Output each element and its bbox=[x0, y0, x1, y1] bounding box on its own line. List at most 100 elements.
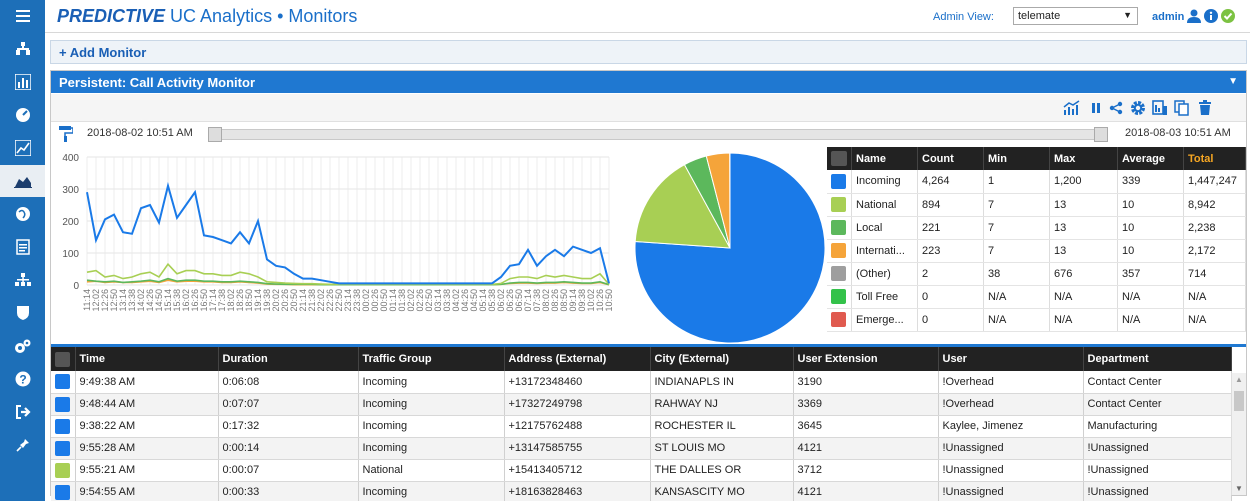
col-header-time[interactable]: Time bbox=[75, 347, 219, 371]
summary-row[interactable]: Internati... 223 7 13 10 2,172 bbox=[827, 239, 1246, 263]
paint-roller-icon[interactable] bbox=[59, 126, 73, 142]
slider-start-handle[interactable] bbox=[208, 127, 222, 142]
summary-row[interactable]: (Other) 2 38 676 357 714 bbox=[827, 262, 1246, 286]
row-color-cell[interactable] bbox=[51, 371, 76, 394]
scrollbar-thumb[interactable] bbox=[1234, 391, 1244, 411]
col-header-user[interactable]: User bbox=[938, 347, 1084, 371]
row-color-cell[interactable] bbox=[51, 437, 76, 460]
settings-gears-icon[interactable] bbox=[0, 330, 45, 362]
col-header-user-extension[interactable]: User Extension bbox=[793, 347, 939, 371]
share-icon[interactable] bbox=[1107, 99, 1125, 117]
document-icon[interactable] bbox=[0, 231, 45, 263]
table-row[interactable]: 9:55:28 AM 0:00:14 Incoming +13147585755 ST … bbox=[51, 437, 1232, 460]
trend-chart-icon[interactable] bbox=[0, 132, 45, 164]
summary-avg: N/A bbox=[1117, 285, 1184, 309]
info-icon[interactable] bbox=[1204, 9, 1218, 23]
series-color-swatch[interactable] bbox=[831, 312, 846, 327]
summary-row[interactable]: Toll Free 0 N/A N/A N/A N/A bbox=[827, 285, 1246, 309]
col-header-department[interactable]: Department bbox=[1083, 347, 1232, 371]
gear-icon[interactable] bbox=[1129, 99, 1147, 117]
calls-select-all-checkbox[interactable] bbox=[55, 351, 70, 367]
series-color-swatch[interactable] bbox=[831, 266, 846, 281]
traffic-color-swatch[interactable] bbox=[55, 484, 70, 500]
time-range-slider[interactable] bbox=[208, 127, 1108, 142]
traffic-color-swatch[interactable] bbox=[55, 440, 70, 456]
traffic-color-swatch[interactable] bbox=[55, 462, 70, 478]
area-chart-icon[interactable] bbox=[0, 165, 45, 197]
table-row[interactable]: 9:49:38 AM 0:06:08 Incoming +13172348460 IND… bbox=[51, 371, 1232, 394]
slider-end-handle[interactable] bbox=[1094, 127, 1108, 142]
summary-row[interactable]: National 894 7 13 10 8,942 bbox=[827, 193, 1246, 217]
dashboard-icon[interactable] bbox=[0, 99, 45, 131]
calls-scrollbar[interactable]: ▲ ▼ bbox=[1231, 373, 1246, 495]
call-address: +13172348460 bbox=[504, 371, 651, 394]
user-icon[interactable] bbox=[1187, 9, 1201, 23]
menu-icon[interactable] bbox=[0, 0, 45, 32]
table-row[interactable]: 9:55:21 AM 0:00:07 National +15413405712 THE… bbox=[51, 459, 1232, 482]
table-row[interactable]: 9:54:55 AM 0:00:33 Incoming +18163828463 KAN… bbox=[51, 481, 1232, 501]
col-header-city[interactable]: City (External) bbox=[650, 347, 794, 371]
series-color-swatch[interactable] bbox=[831, 289, 846, 304]
col-header-traffic-group[interactable]: Traffic Group bbox=[358, 347, 505, 371]
col-header-name[interactable]: Name bbox=[851, 147, 918, 170]
row-color-cell[interactable] bbox=[51, 393, 76, 416]
row-color-cell[interactable] bbox=[827, 308, 852, 332]
row-color-cell[interactable] bbox=[51, 481, 76, 501]
add-monitor-bar[interactable]: + Add Monitor bbox=[50, 40, 1247, 64]
copy-icon[interactable] bbox=[1173, 99, 1191, 117]
summary-row[interactable]: Local 221 7 13 10 2,238 bbox=[827, 216, 1246, 240]
table-row[interactable]: 9:48:44 AM 0:07:07 Incoming +17327249798 RAH… bbox=[51, 393, 1232, 416]
org-chart-icon[interactable] bbox=[0, 33, 45, 65]
col-header-average[interactable]: Average bbox=[1117, 147, 1184, 170]
col-header-address[interactable]: Address (External) bbox=[504, 347, 651, 371]
col-header-total[interactable]: Total bbox=[1183, 147, 1246, 170]
status-check-icon[interactable] bbox=[1221, 9, 1235, 23]
bar-chart-icon[interactable] bbox=[0, 66, 45, 98]
chart-type-icon[interactable] bbox=[1063, 99, 1081, 117]
call-time: 9:54:55 AM bbox=[75, 481, 219, 501]
admin-view-select[interactable]: telemate ▼ bbox=[1013, 7, 1138, 25]
col-header-duration[interactable]: Duration bbox=[218, 347, 359, 371]
summary-row[interactable]: Emerge... 0 N/A N/A N/A N/A bbox=[827, 308, 1246, 332]
series-color-swatch[interactable] bbox=[831, 197, 846, 212]
traffic-color-swatch[interactable] bbox=[55, 374, 70, 390]
report-icon[interactable] bbox=[1151, 99, 1169, 117]
pin-icon[interactable] bbox=[0, 429, 45, 461]
collapse-caret-icon[interactable]: ▼ bbox=[1228, 76, 1238, 87]
select-all-header[interactable] bbox=[827, 147, 852, 170]
pause-icon[interactable] bbox=[1087, 99, 1105, 117]
col-header-max[interactable]: Max bbox=[1049, 147, 1118, 170]
series-color-swatch[interactable] bbox=[831, 173, 846, 189]
series-color-swatch[interactable] bbox=[831, 243, 846, 258]
add-monitor-button[interactable]: + Add Monitor bbox=[59, 45, 146, 60]
logout-icon[interactable] bbox=[0, 396, 45, 428]
globe-icon[interactable] bbox=[0, 198, 45, 230]
row-color-cell[interactable] bbox=[827, 285, 852, 309]
traffic-color-swatch[interactable] bbox=[55, 418, 70, 434]
user-name[interactable]: admin bbox=[1152, 11, 1184, 23]
select-all-checkbox[interactable] bbox=[831, 151, 847, 166]
scroll-up-icon[interactable]: ▲ bbox=[1235, 375, 1243, 384]
row-color-cell[interactable] bbox=[827, 239, 852, 263]
shield-icon[interactable] bbox=[0, 297, 45, 329]
hierarchy-icon[interactable] bbox=[0, 264, 45, 296]
panel-header[interactable]: Persistent: Call Activity Monitor ▼ bbox=[51, 71, 1246, 93]
table-row[interactable]: 9:38:22 AM 0:17:32 Incoming +12175762488 ROC… bbox=[51, 415, 1232, 438]
help-icon[interactable]: ? bbox=[0, 363, 45, 395]
summary-avg: 10 bbox=[1117, 193, 1184, 217]
col-header-count[interactable]: Count bbox=[917, 147, 984, 170]
summary-row[interactable]: Incoming 4,264 1 1,200 339 1,447,247 bbox=[827, 170, 1246, 194]
row-color-cell[interactable] bbox=[827, 193, 852, 217]
col-header-min[interactable]: Min bbox=[983, 147, 1050, 170]
scroll-down-icon[interactable]: ▼ bbox=[1235, 484, 1243, 493]
row-color-cell[interactable] bbox=[827, 216, 852, 240]
row-color-cell[interactable] bbox=[827, 170, 852, 194]
y-tick-label: 200 bbox=[62, 217, 79, 228]
row-color-cell[interactable] bbox=[51, 415, 76, 438]
trash-icon[interactable] bbox=[1196, 99, 1214, 117]
calls-select-all[interactable] bbox=[51, 347, 76, 371]
row-color-cell[interactable] bbox=[51, 459, 76, 482]
series-color-swatch[interactable] bbox=[831, 220, 846, 235]
row-color-cell[interactable] bbox=[827, 262, 852, 286]
traffic-color-swatch[interactable] bbox=[55, 396, 70, 412]
